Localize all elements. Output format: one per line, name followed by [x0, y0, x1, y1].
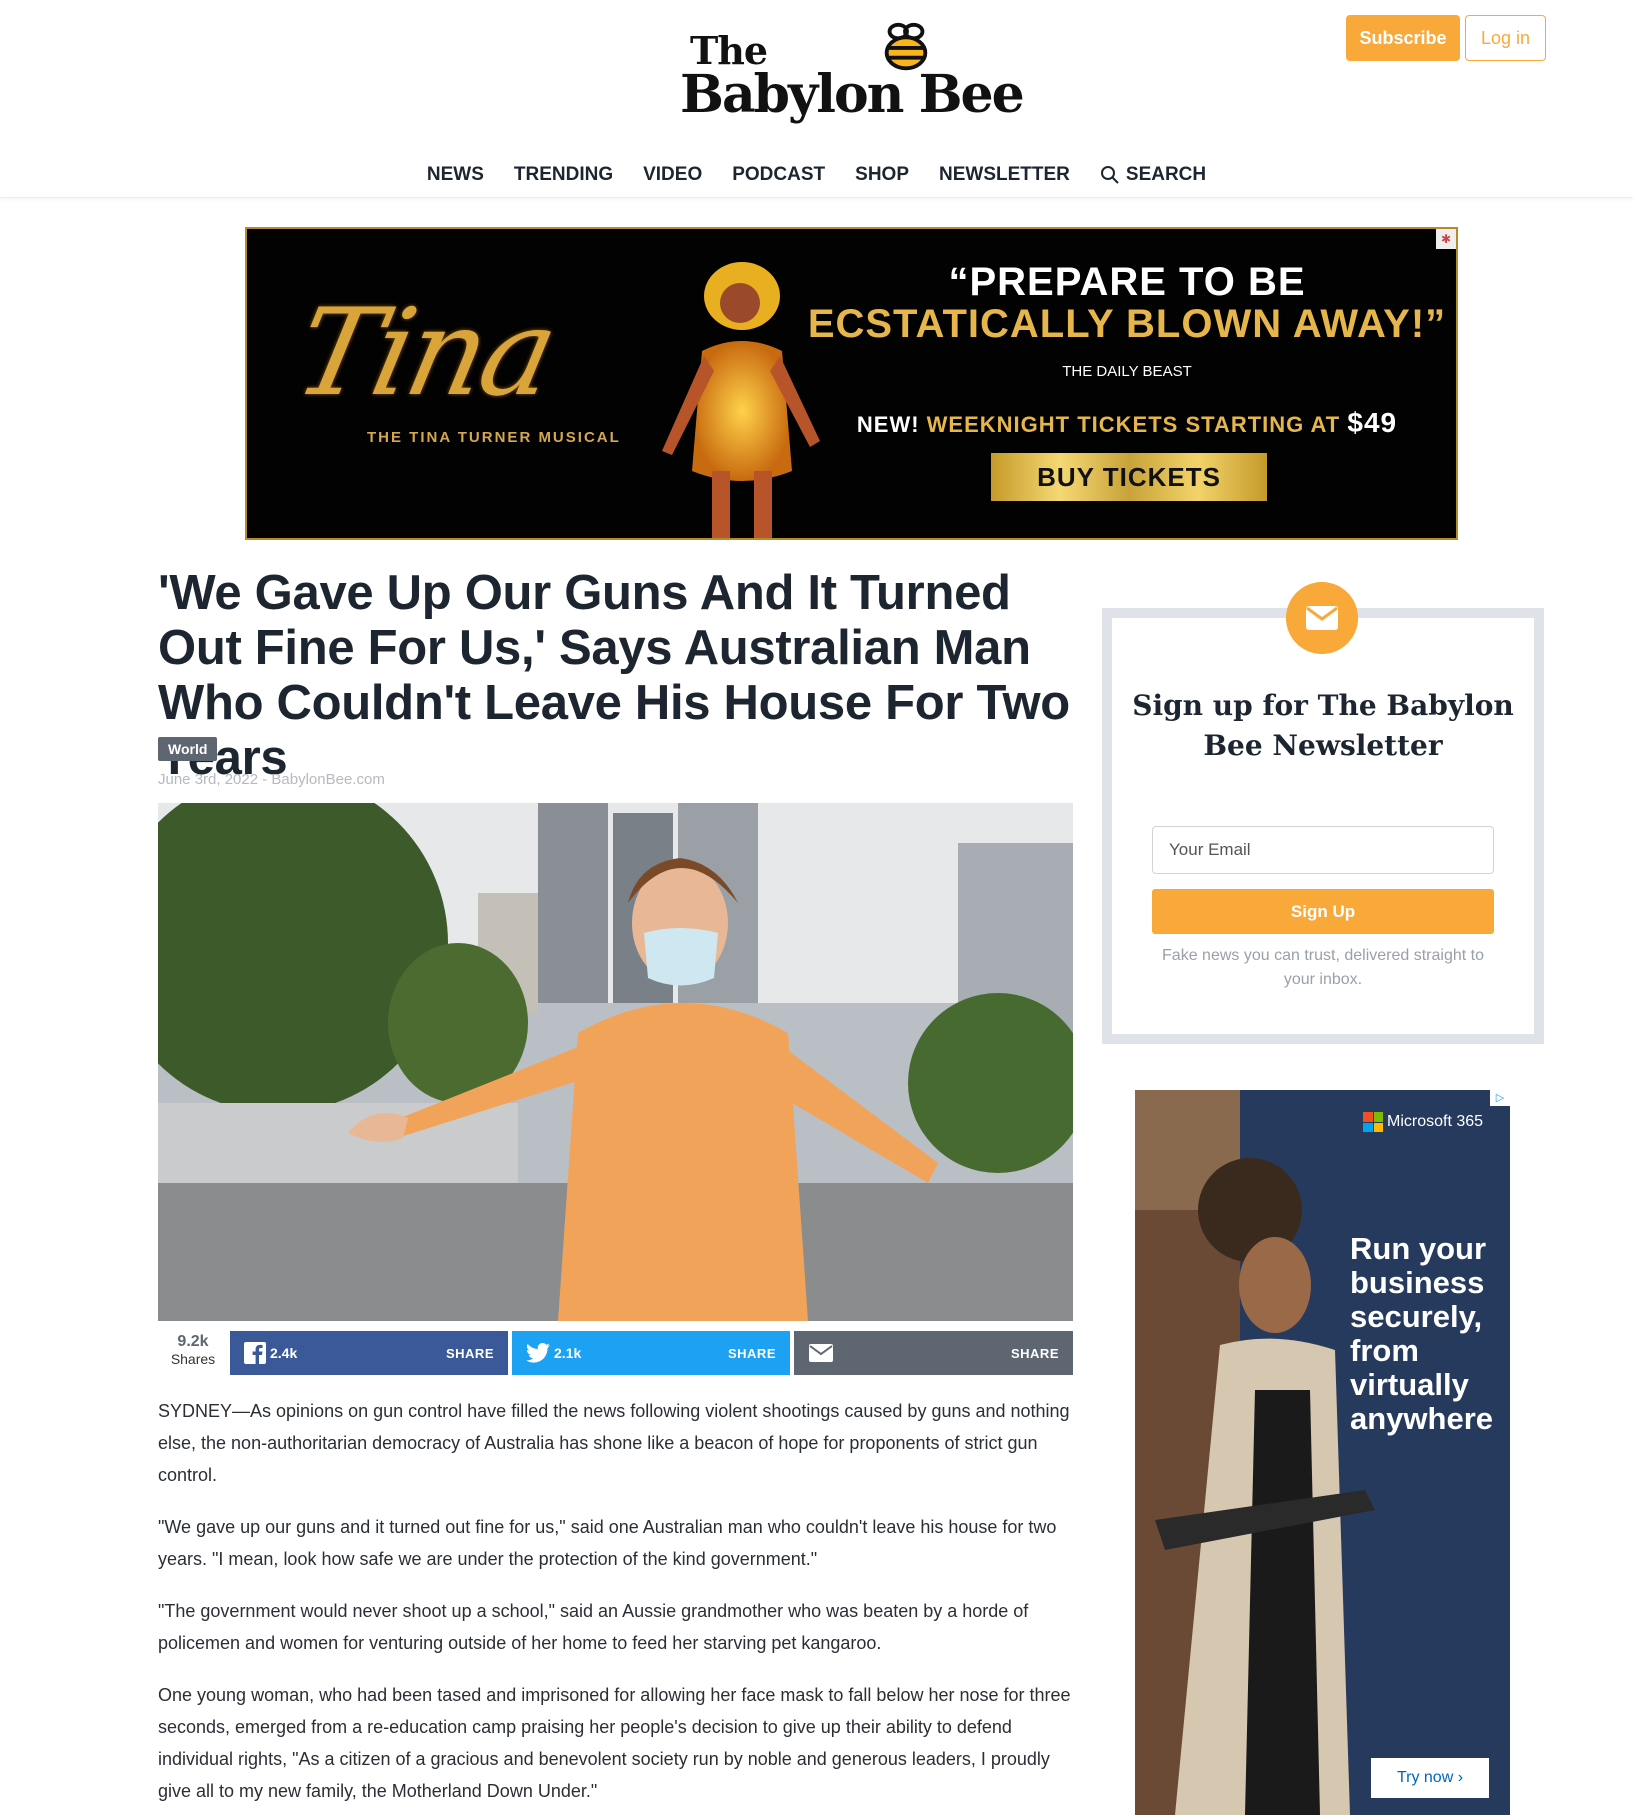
nav-newsletter[interactable]: NEWSLETTER — [939, 160, 1070, 190]
ad-tina-subtitle: THE TINA TURNER MUSICAL — [367, 429, 621, 446]
ad-quote: “PREPARE TO BE ECSTATICALLY BLOWN AWAY!” — [807, 261, 1447, 345]
site-logo[interactable]: The Babylon Bee — [680, 18, 1025, 128]
nav-video[interactable]: VIDEO — [643, 160, 702, 190]
nav-search[interactable]: SEARCH — [1100, 160, 1206, 190]
adchoices-icon[interactable]: ✱ — [1436, 229, 1456, 249]
share-total: 9.2k Shares — [158, 1331, 228, 1375]
article-paragraph: One young woman, who had been tased and … — [158, 1685, 1071, 1801]
nav-podcast[interactable]: PODCAST — [732, 160, 825, 190]
email-field[interactable] — [1152, 826, 1494, 874]
nav-trending[interactable]: TRENDING — [514, 160, 613, 190]
article-paragraph: "The government would never shoot up a s… — [158, 1601, 1029, 1653]
facebook-share-button[interactable]: 2.4k SHARE — [230, 1331, 508, 1375]
email-share-label: SHARE — [1010, 1345, 1059, 1361]
newsletter-note: Fake news you can trust, delivered strai… — [1162, 947, 1484, 988]
microsoft-logo-icon — [1363, 1112, 1383, 1132]
ad-side-headline: Run your business securely, from virtual… — [1350, 1231, 1494, 1436]
ad-tickets-line: NEW! WEEKNIGHT TICKETS STARTING AT $49 — [807, 407, 1447, 439]
ad-tickets-price: $49 — [1347, 407, 1398, 438]
share-bar: 9.2k Shares 2.4k SHARE 2.1k SHARE SHARE — [158, 1331, 1073, 1375]
envelope-icon — [1286, 582, 1358, 654]
article-paragraph: "We gave up our guns and it turned out f… — [158, 1517, 1057, 1569]
facebook-share-count: 2.4k — [270, 1345, 298, 1361]
microsoft-365-ad[interactable]: Microsoft 365 Run your business securely… — [1135, 1090, 1510, 1815]
article-hero-image — [158, 803, 1073, 1321]
nav-search-label: SEARCH — [1125, 164, 1207, 185]
microsoft-365-label: Microsoft 365 — [1387, 1113, 1484, 1130]
ad-quote-line1: “PREPARE TO BE — [948, 260, 1306, 304]
main-nav: NEWS TRENDING VIDEO PODCAST SHOP NEWSLET… — [0, 160, 1633, 190]
share-total-label: Shares — [170, 1351, 216, 1367]
try-now-button[interactable]: Try now › — [1371, 1758, 1489, 1798]
ad-tickets-text: WEEKNIGHT TICKETS STARTING AT — [926, 412, 1341, 437]
twitter-icon — [526, 1343, 550, 1363]
twitter-share-count: 2.1k — [554, 1345, 582, 1361]
login-button[interactable]: Log in — [1465, 15, 1546, 61]
ad-tickets-prefix: NEW! — [856, 412, 920, 437]
subscribe-button[interactable]: Subscribe — [1346, 15, 1460, 61]
email-share-button[interactable]: SHARE — [794, 1331, 1073, 1375]
article-byline: June 3rd, 2022 - BabylonBee.com — [158, 771, 385, 788]
article-paragraph: SYDNEY—As opinions on gun control have f… — [158, 1401, 1070, 1485]
ad-woman-image — [1135, 1090, 1510, 1815]
twitter-share-label: SHARE — [727, 1345, 776, 1361]
share-total-count: 9.2k — [177, 1333, 209, 1350]
newsletter-title: Sign up for The Babylon Bee Newsletter — [1132, 689, 1514, 762]
signup-button[interactable]: Sign Up — [1152, 889, 1494, 934]
ad-tina-title: Tina — [284, 284, 566, 423]
article-body: SYDNEY—As opinions on gun control have f… — [158, 1395, 1078, 1815]
nav-shop[interactable]: SHOP — [855, 160, 909, 190]
search-icon — [1100, 166, 1119, 184]
twitter-share-button[interactable]: 2.1k SHARE — [512, 1331, 790, 1375]
envelope-icon — [809, 1344, 833, 1362]
ad-quote-line2: ECSTATICALLY BLOWN AWAY!” — [807, 302, 1447, 346]
microsoft-365-brand: Microsoft 365 — [1363, 1112, 1483, 1132]
adchoices-icon[interactable]: ▷ — [1490, 1090, 1510, 1106]
ad-quote-source: THE DAILY BEAST — [1062, 363, 1192, 380]
site-header: The Babylon Bee Subscribe Log in NEWS TR… — [0, 0, 1633, 198]
facebook-icon — [244, 1342, 266, 1364]
facebook-share-label: SHARE — [445, 1345, 494, 1361]
logo-name-text: Babylon Bee — [680, 64, 1025, 125]
buy-tickets-button[interactable]: BUY TICKETS — [991, 453, 1267, 501]
tina-musical-ad[interactable]: Tina THE TINA TURNER MUSICAL “PREPARE TO… — [245, 227, 1458, 540]
article-headline: 'We Gave Up Our Guns And It Turned Out F… — [158, 566, 1070, 785]
nav-news[interactable]: NEWS — [427, 160, 484, 190]
category-badge[interactable]: World — [158, 737, 218, 761]
